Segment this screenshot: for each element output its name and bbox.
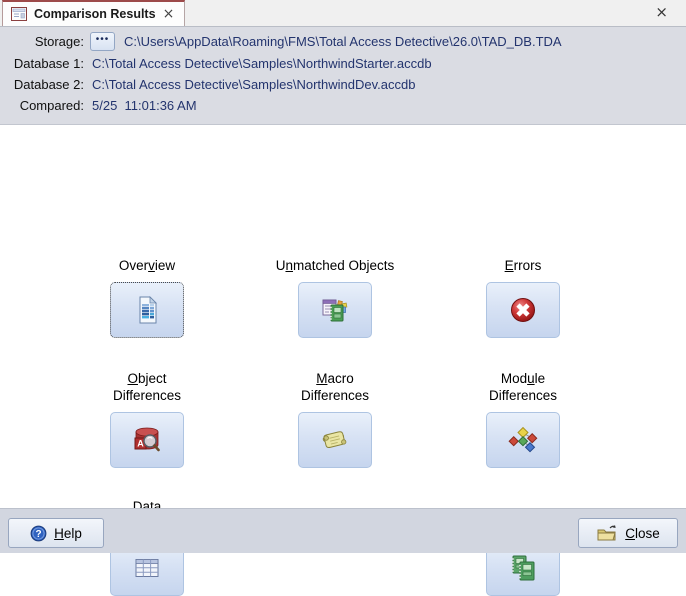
close-folder-icon: [596, 524, 618, 542]
module-cubes-icon: [506, 423, 540, 457]
database1-label: Database 1:: [0, 56, 84, 71]
module-differences-label: Module Differences: [489, 369, 557, 404]
tab-title: Comparison Results: [34, 7, 156, 21]
svg-text:A: A: [137, 439, 144, 449]
macro-differences-label: Macro Differences: [301, 369, 369, 404]
footer-bar: ? Help Close: [0, 508, 686, 553]
database1-path: C:\Total Access Detective\Samples\Northw…: [92, 56, 432, 71]
database2-path: C:\Total Access Detective\Samples\Northw…: [92, 77, 415, 92]
errors-label: Errors: [505, 257, 542, 274]
database1-row: Database 1: C:\Total Access Detective\Sa…: [0, 53, 432, 73]
unmatched-objects-button[interactable]: [298, 282, 372, 338]
compared-label: Compared:: [0, 98, 84, 113]
module-differences-button[interactable]: [486, 412, 560, 468]
errors-cell: Errors: [448, 257, 598, 338]
tab-comparison-results[interactable]: Comparison Results ×: [2, 0, 185, 26]
reports-books-icon: [506, 551, 540, 585]
help-button-label: Help: [54, 526, 82, 541]
comparison-info-panel: Storage: ••• C:\Users\AppData\Roaming\FM…: [0, 27, 686, 125]
help-question-icon: ?: [30, 525, 47, 542]
database-magnifier-icon: A: [130, 423, 164, 457]
results-button-grid: Overview: [0, 125, 686, 508]
database2-row: Database 2: C:\Total Access Detective\Sa…: [0, 74, 415, 94]
close-button-label: Close: [625, 526, 660, 541]
form-window-icon: [11, 7, 27, 21]
close-button[interactable]: Close: [578, 518, 678, 548]
macro-scroll-icon: [318, 423, 352, 457]
error-red-x-icon: [506, 293, 540, 327]
macro-differences-cell: Macro Differences: [260, 369, 410, 468]
overview-button[interactable]: [110, 282, 184, 338]
object-differences-button[interactable]: A: [110, 412, 184, 468]
errors-button[interactable]: [486, 282, 560, 338]
compared-row: Compared: 5/25 11:01:36 AM: [0, 95, 197, 115]
storage-path: C:\Users\AppData\Roaming\FMS\Total Acces…: [124, 34, 562, 49]
module-differences-cell: Module Differences: [448, 369, 598, 468]
object-differences-label: Object Differences: [113, 369, 181, 404]
overview-cell: Overview: [72, 257, 222, 338]
storage-label: Storage:: [0, 34, 84, 49]
tab-bar: Comparison Results × ×: [0, 0, 686, 27]
compared-timestamp: 5/25 11:01:36 AM: [92, 98, 197, 113]
overview-label: Overview: [119, 257, 175, 274]
data-table-icon: [130, 551, 164, 585]
storage-row: Storage: ••• C:\Users\AppData\Roaming\FM…: [0, 31, 562, 51]
unmatched-objects-label: Unmatched Objects: [276, 257, 395, 274]
storage-browse-button[interactable]: •••: [90, 32, 115, 51]
tab-close-icon[interactable]: ×: [163, 7, 175, 21]
object-differences-cell: Object Differences A: [72, 369, 222, 468]
unmatched-objects-icon: [318, 293, 352, 327]
svg-text:?: ?: [36, 529, 42, 540]
overview-document-icon: [130, 293, 164, 327]
help-button[interactable]: ? Help: [8, 518, 104, 548]
window-close-icon[interactable]: ×: [655, 5, 668, 20]
unmatched-objects-cell: Unmatched Objects: [260, 257, 410, 338]
macro-differences-button[interactable]: [298, 412, 372, 468]
database2-label: Database 2:: [0, 77, 84, 92]
